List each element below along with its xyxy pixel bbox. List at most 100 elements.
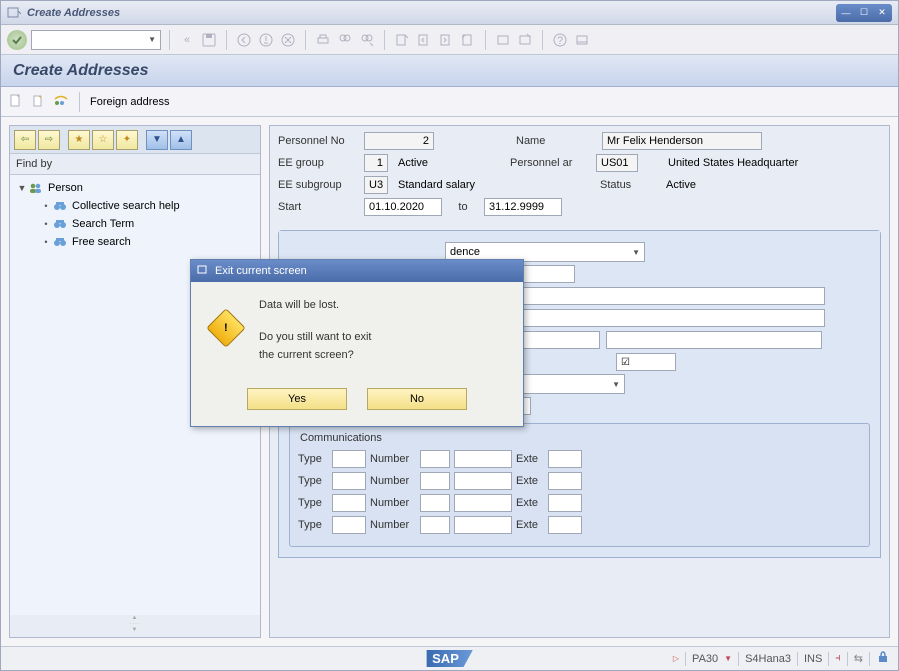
dialog-menu-icon[interactable]: [197, 264, 209, 279]
prev-page-icon[interactable]: [415, 31, 433, 49]
close-button[interactable]: ✕: [874, 6, 890, 20]
comm-exte-field[interactable]: [548, 494, 582, 512]
yes-button[interactable]: Yes: [247, 388, 347, 410]
status-system[interactable]: S4Hana3: [745, 653, 791, 665]
first-page-icon[interactable]: [393, 31, 411, 49]
fav-button[interactable]: ☆: [92, 130, 114, 150]
comm-num-field[interactable]: [454, 516, 512, 534]
status-lock-icon[interactable]: [876, 650, 890, 667]
ee-subgroup-field: [364, 176, 388, 194]
dialog-buttons: Yes No: [191, 378, 523, 426]
find-icon[interactable]: [336, 31, 354, 49]
maximize-button[interactable]: ☐: [856, 6, 872, 20]
comm-exte-field[interactable]: [548, 472, 582, 490]
status-mode[interactable]: INS: [804, 653, 822, 665]
nav-right-button[interactable]: ⇨: [38, 130, 60, 150]
name-field: [602, 132, 762, 150]
start-date-field[interactable]: [364, 198, 442, 216]
ee-group-label: EE group: [278, 157, 358, 169]
status-text: Active: [666, 179, 696, 191]
comm-row: Type Number Exte: [298, 448, 861, 470]
command-field[interactable]: ▼: [31, 30, 161, 50]
comm-row: Type Number Exte: [298, 492, 861, 514]
comm-type-field[interactable]: [332, 494, 366, 512]
new-session-icon[interactable]: [494, 31, 512, 49]
number-label: Number: [370, 453, 416, 465]
type-label: Type: [298, 453, 328, 465]
person-icon: [28, 181, 44, 195]
personnel-ar-field: [596, 154, 638, 172]
collapse-button[interactable]: ▲: [170, 130, 192, 150]
exit-icon[interactable]: [257, 31, 275, 49]
last-page-icon[interactable]: [459, 31, 477, 49]
doc-copy-icon[interactable]: [31, 94, 47, 110]
comm-exte-field[interactable]: [548, 516, 582, 534]
subheader: Create Addresses: [1, 55, 898, 87]
window-controls: — ☐ ✕: [836, 4, 892, 22]
field-4b[interactable]: [606, 331, 822, 349]
fav-list-button[interactable]: ✦: [116, 130, 138, 150]
binoculars-icon: [52, 217, 68, 231]
chevron-down-icon: ▼: [632, 248, 640, 257]
dialog-line2: Do you still want to exit: [259, 328, 505, 346]
exte-label: Exte: [516, 453, 544, 465]
fav-add-button[interactable]: ★: [68, 130, 90, 150]
comm-exte-field[interactable]: [548, 450, 582, 468]
help-icon[interactable]: ?: [551, 31, 569, 49]
tree-root-person[interactable]: ▼ Person: [16, 179, 254, 197]
personnel-no-field[interactable]: [364, 132, 434, 150]
tree-item-search-term[interactable]: •Search Term: [40, 215, 254, 233]
layout-icon[interactable]: [573, 31, 591, 49]
app-menu-icon[interactable]: [7, 6, 21, 20]
nav-left-button[interactable]: ⇦: [14, 130, 36, 150]
foreign-address-button[interactable]: Foreign address: [90, 96, 170, 108]
comm-num-field[interactable]: [454, 472, 512, 490]
find-by-label: Find by: [10, 154, 260, 175]
main-toolbar: ▼ « ?: [1, 25, 898, 55]
exit-dialog: Exit current screen ! Data will be lost.…: [190, 259, 524, 427]
expand-button[interactable]: ▼: [146, 130, 168, 150]
comm-row: Type Number Exte: [298, 470, 861, 492]
comm-num-field[interactable]: [454, 494, 512, 512]
dialog-message: Data will be lost. Do you still want to …: [259, 296, 505, 364]
nav-back-icon[interactable]: «: [178, 31, 196, 49]
comm-num-prefix[interactable]: [420, 472, 450, 490]
tree-item-label: Search Term: [72, 218, 134, 230]
status-tcode[interactable]: PA30: [692, 653, 718, 665]
print-icon[interactable]: [314, 31, 332, 49]
cancel-icon[interactable]: [279, 31, 297, 49]
comm-type-field[interactable]: [332, 516, 366, 534]
tree-item-collective[interactable]: •Collective search help: [40, 197, 254, 215]
no-button[interactable]: No: [367, 388, 467, 410]
name-label: Name: [516, 135, 596, 147]
end-date-field[interactable]: [484, 198, 562, 216]
binoculars-icon: [52, 235, 68, 249]
minimize-button[interactable]: —: [838, 6, 854, 20]
comm-num-prefix[interactable]: [420, 450, 450, 468]
horizontal-splitter[interactable]: ▲····▼: [10, 615, 260, 625]
tree-item-label: Free search: [72, 236, 131, 248]
status-menu-icon[interactable]: ▷: [673, 654, 679, 663]
tree-item-label: Collective search help: [72, 200, 180, 212]
next-page-icon[interactable]: [437, 31, 455, 49]
shortcut-icon[interactable]: [516, 31, 534, 49]
chevron-down-icon: ▼: [612, 380, 620, 389]
comm-num-field[interactable]: [454, 450, 512, 468]
dropdown-icon[interactable]: ▼: [724, 654, 732, 663]
save-icon[interactable]: [200, 31, 218, 49]
comm-type-field[interactable]: [332, 472, 366, 490]
comm-num-prefix[interactable]: [420, 516, 450, 534]
tree-item-free-search[interactable]: •Free search: [40, 233, 254, 251]
comm-type-field[interactable]: [332, 450, 366, 468]
window-title: Create Addresses: [27, 7, 836, 19]
dialog-title-text: Exit current screen: [215, 265, 307, 277]
back-icon[interactable]: [235, 31, 253, 49]
status-script-icon[interactable]: ⇆: [854, 652, 863, 665]
org-icon[interactable]: [53, 94, 69, 110]
comm-num-prefix[interactable]: [420, 494, 450, 512]
doc-new-icon[interactable]: [9, 94, 25, 110]
enter-button[interactable]: [7, 30, 27, 50]
status-signal-icon[interactable]: ⫞: [835, 652, 841, 665]
checkbox-field[interactable]: ☑: [616, 353, 676, 371]
find-next-icon[interactable]: [358, 31, 376, 49]
